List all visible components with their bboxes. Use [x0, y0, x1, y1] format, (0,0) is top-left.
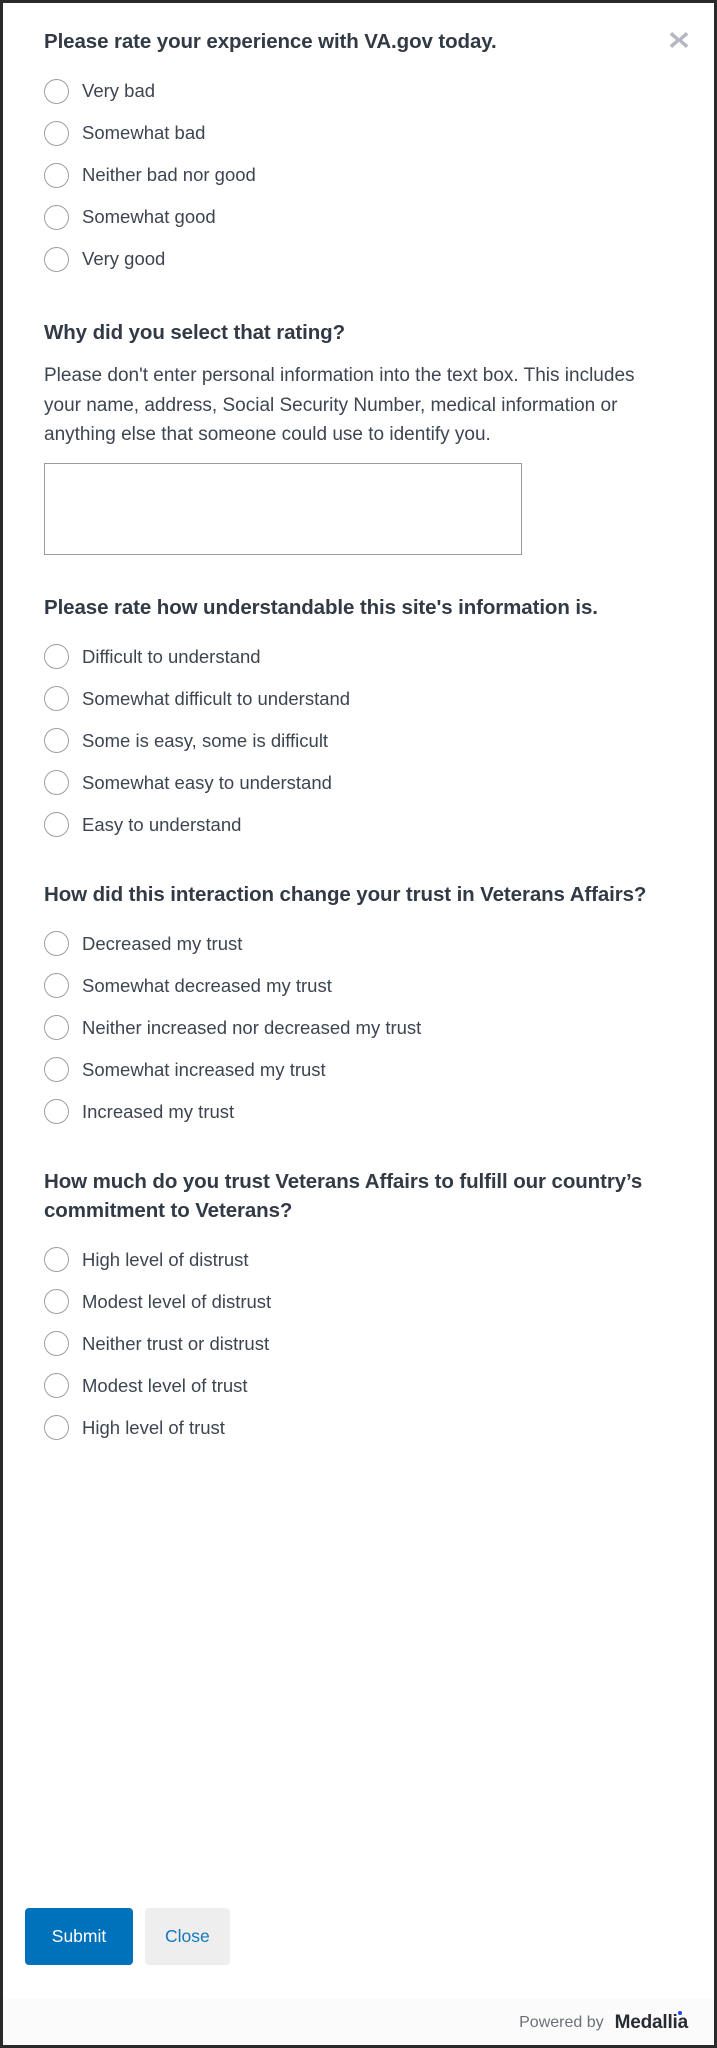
radio-group-trust-change: Decreased my trust Somewhat decreased my… [44, 923, 690, 1133]
radio-option-label: Very bad [82, 80, 156, 102]
radio-circle-icon[interactable] [44, 1015, 69, 1041]
radio-circle-icon[interactable] [44, 770, 69, 796]
radio-circle-icon[interactable] [44, 162, 69, 188]
radio-option-label: Very good [82, 248, 166, 270]
radio-circle-icon[interactable] [44, 686, 69, 712]
radio-option[interactable]: Increased my trust [44, 1091, 690, 1133]
radio-circle-icon[interactable] [44, 1373, 69, 1399]
close-button[interactable]: Close [145, 1908, 230, 1965]
comment-textarea[interactable] [44, 462, 522, 555]
radio-option-label: Decreased my trust [82, 932, 243, 954]
radio-option-label: Somewhat easy to understand [82, 771, 332, 793]
question-title: Why did you select that rating? [44, 321, 346, 345]
radio-circle-icon[interactable] [44, 204, 69, 230]
radio-circle-icon[interactable] [44, 973, 69, 999]
radio-option-label: Neither trust or distrust [82, 1332, 270, 1354]
radio-circle-icon[interactable] [44, 931, 69, 957]
question-title: How did this interaction change your tru… [44, 882, 647, 906]
radio-option[interactable]: Easy to understand [44, 804, 690, 846]
medallia-dot-icon [677, 2010, 682, 2015]
question-title: Please rate your experience with VA.gov … [44, 30, 497, 53]
radio-option[interactable]: Somewhat bad [44, 112, 690, 154]
radio-option[interactable]: Modest level of distrust [44, 1281, 690, 1323]
radio-circle-icon[interactable] [44, 1415, 69, 1441]
radio-circle-icon[interactable] [44, 1099, 69, 1125]
radio-option[interactable]: Difficult to understand [44, 636, 690, 678]
radio-circle-icon[interactable] [44, 120, 69, 146]
radio-circle-icon[interactable] [44, 812, 69, 838]
medallia-logo: Medallia [614, 2010, 689, 2034]
radio-group-understandable: Difficult to understand Somewhat difficu… [44, 636, 690, 846]
radio-option[interactable]: Very good [44, 238, 690, 280]
powered-by-label: Powered by [519, 2013, 604, 2031]
radio-option-label: High level of trust [82, 1416, 225, 1438]
radio-option[interactable]: Somewhat decreased my trust [44, 965, 690, 1007]
survey-body: Please rate your experience with VA.gov … [3, 3, 714, 1890]
radio-circle-icon[interactable] [44, 1289, 69, 1315]
question-experience: Please rate your experience with VA.gov … [44, 27, 690, 280]
radio-circle-icon[interactable] [44, 1331, 69, 1357]
radio-option[interactable]: Somewhat increased my trust [44, 1049, 690, 1091]
radio-circle-icon[interactable] [44, 78, 69, 104]
radio-option-label: Difficult to understand [82, 645, 261, 667]
close-x-icon [668, 29, 690, 51]
question-help-text: Please don't enter personal information … [44, 365, 635, 446]
submit-button[interactable]: Submit [25, 1908, 133, 1965]
question-trust-change: How did this interaction change your tru… [44, 880, 690, 1133]
radio-circle-icon[interactable] [44, 644, 69, 670]
powered-by-bar: Powered by Medallia [3, 1999, 714, 2045]
footer-wrap: Submit Close Powered by Medallia [3, 1890, 714, 2045]
radio-option[interactable]: Somewhat easy to understand [44, 762, 690, 804]
radio-option-label: Easy to understand [82, 813, 242, 835]
radio-option-label: Modest level of distrust [82, 1290, 272, 1312]
question-trust-level: How much do you trust Veterans Affairs t… [44, 1167, 690, 1449]
medallia-wordmark: Medallia [614, 2011, 689, 2033]
radio-option-label: Neither increased nor decreased my trust [82, 1016, 422, 1038]
question-title: How much do you trust Veterans Affairs t… [44, 1169, 643, 1222]
radio-group-experience: Very bad Somewhat bad Neither bad nor go… [44, 70, 690, 280]
radio-option[interactable]: Somewhat difficult to understand [44, 678, 690, 720]
action-buttons: Submit Close [3, 1908, 714, 1965]
radio-option-label: Increased my trust [82, 1100, 235, 1122]
radio-circle-icon[interactable] [44, 246, 69, 272]
radio-option[interactable]: High level of distrust [44, 1239, 690, 1281]
radio-option[interactable]: Modest level of trust [44, 1365, 690, 1407]
radio-option-label: Somewhat good [82, 206, 216, 228]
radio-option[interactable]: High level of trust [44, 1407, 690, 1449]
radio-option-label: High level of distrust [82, 1248, 249, 1270]
radio-option[interactable]: Somewhat good [44, 196, 690, 238]
radio-option-label: Modest level of trust [82, 1374, 248, 1396]
question-title: Please rate how understandable this site… [44, 595, 598, 619]
radio-option-label: Neither bad nor good [82, 164, 256, 186]
radio-group-trust-level: High level of distrust Modest level of d… [44, 1239, 690, 1449]
radio-option-label: Somewhat bad [82, 122, 206, 144]
radio-circle-icon[interactable] [44, 1057, 69, 1083]
question-why-rating: Why did you select that rating? Please d… [44, 318, 690, 555]
radio-circle-icon[interactable] [44, 728, 69, 754]
radio-option-label: Somewhat increased my trust [82, 1058, 326, 1080]
close-icon-button[interactable] [662, 23, 696, 57]
radio-option[interactable]: Neither increased nor decreased my trust [44, 1007, 690, 1049]
survey-modal: Please rate your experience with VA.gov … [0, 0, 717, 2048]
radio-option-label: Somewhat decreased my trust [82, 974, 332, 996]
radio-option[interactable]: Very bad [44, 70, 690, 112]
radio-circle-icon[interactable] [44, 1247, 69, 1273]
radio-option-label: Somewhat difficult to understand [82, 687, 351, 709]
question-understandable: Please rate how understandable this site… [44, 593, 690, 846]
radio-option[interactable]: Some is easy, some is difficult [44, 720, 690, 762]
radio-option[interactable]: Neither trust or distrust [44, 1323, 690, 1365]
radio-option-label: Some is easy, some is difficult [82, 729, 329, 751]
radio-option[interactable]: Decreased my trust [44, 923, 690, 965]
radio-option[interactable]: Neither bad nor good [44, 154, 690, 196]
